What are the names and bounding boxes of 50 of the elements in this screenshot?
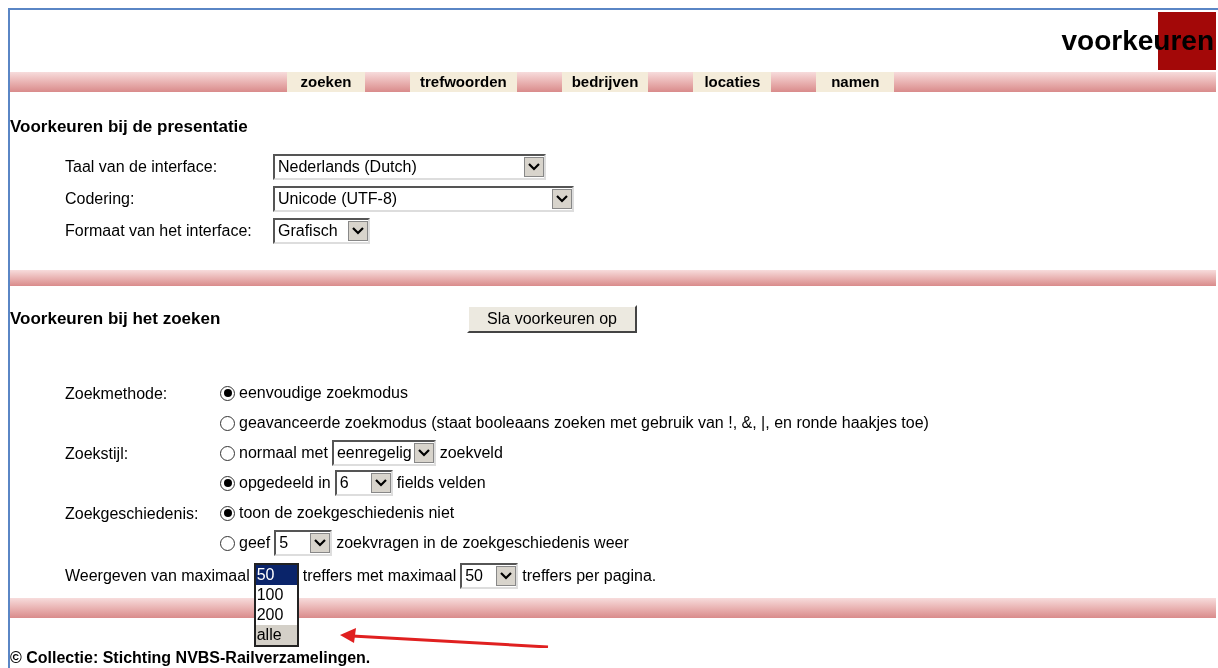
field-label: Formaat van het interface:	[65, 221, 253, 241]
chevron-down-icon	[314, 539, 327, 547]
chevron-down-icon	[556, 195, 568, 203]
option-text: opgedeeld in	[239, 473, 331, 493]
radio-button[interactable]	[220, 445, 235, 461]
dropdown-list[interactable]: 50 100 200 alle	[253, 563, 299, 647]
radio-button[interactable]	[220, 505, 235, 521]
radio-button[interactable]	[220, 385, 235, 401]
field-label: Taal van de interface:	[65, 157, 219, 177]
option-text: treffers per pagina.	[522, 566, 657, 586]
section-heading: Voorkeuren bij de presentatie	[10, 116, 249, 138]
dropdown[interactable]: eenregelig	[331, 440, 436, 466]
option-text: treffers met maximaal	[302, 566, 457, 586]
chevron-down-icon	[352, 227, 364, 235]
dropdown[interactable]: Nederlands (Dutch)	[273, 154, 546, 180]
field-label: Zoekgeschiedenis:	[65, 504, 200, 524]
radio-button[interactable]	[220, 415, 235, 431]
chevron-down-icon	[374, 479, 387, 487]
radio-button[interactable]	[220, 535, 235, 551]
footer-text: © Collectie: Stichting NVBS-Railverzamelingen.	[10, 648, 371, 668]
option-text: toon de zoekgeschiedenis niet	[239, 503, 455, 523]
option-text: normaal met	[239, 443, 328, 463]
option-text: Weergeven van maximaal	[65, 566, 250, 586]
field-label: Codering:	[65, 189, 136, 209]
dropdown[interactable]: 50	[460, 563, 519, 589]
nav-tab[interactable]: zoeken	[287, 72, 365, 92]
field-label: Zoekstijl:	[65, 444, 130, 464]
field-label: Zoekmethode:	[65, 384, 169, 404]
nav-tab[interactable]: locaties	[693, 72, 772, 92]
dropdown[interactable]: 5	[274, 530, 333, 556]
chevron-down-icon	[500, 572, 513, 580]
nav-tab[interactable]: bedrijven	[561, 72, 649, 92]
section-heading: Voorkeuren bij het zoeken	[10, 308, 222, 331]
dropdown-option[interactable]: alle	[255, 625, 297, 645]
dropdown[interactable]: Grafisch	[273, 218, 370, 244]
option-text: eenvoudige zoekmodus	[239, 383, 408, 403]
option-text: geef	[239, 533, 271, 553]
option-text: zoekveld	[439, 443, 503, 463]
chevron-down-icon	[528, 163, 540, 171]
nav-tab[interactable]: namen	[816, 72, 895, 92]
chevron-down-icon	[417, 449, 430, 457]
dropdown[interactable]: 6	[334, 470, 393, 496]
option-text: geavanceerde zoekmodus (staat booleaans zoeken met gebruik van !, &, |, en ronde haakjes toe)	[239, 413, 929, 433]
radio-button[interactable]	[220, 475, 235, 491]
save-button[interactable]: Sla voorkeuren op	[467, 305, 637, 333]
option-text: fields velden	[396, 473, 486, 493]
nav-tab[interactable]: trefwoorden	[410, 72, 517, 92]
dropdown-option[interactable]: 50	[255, 565, 297, 585]
option-text: zoekvragen in de zoekgeschiedenis weer	[336, 533, 629, 553]
dropdown[interactable]: Unicode (UTF-8)	[273, 186, 574, 212]
